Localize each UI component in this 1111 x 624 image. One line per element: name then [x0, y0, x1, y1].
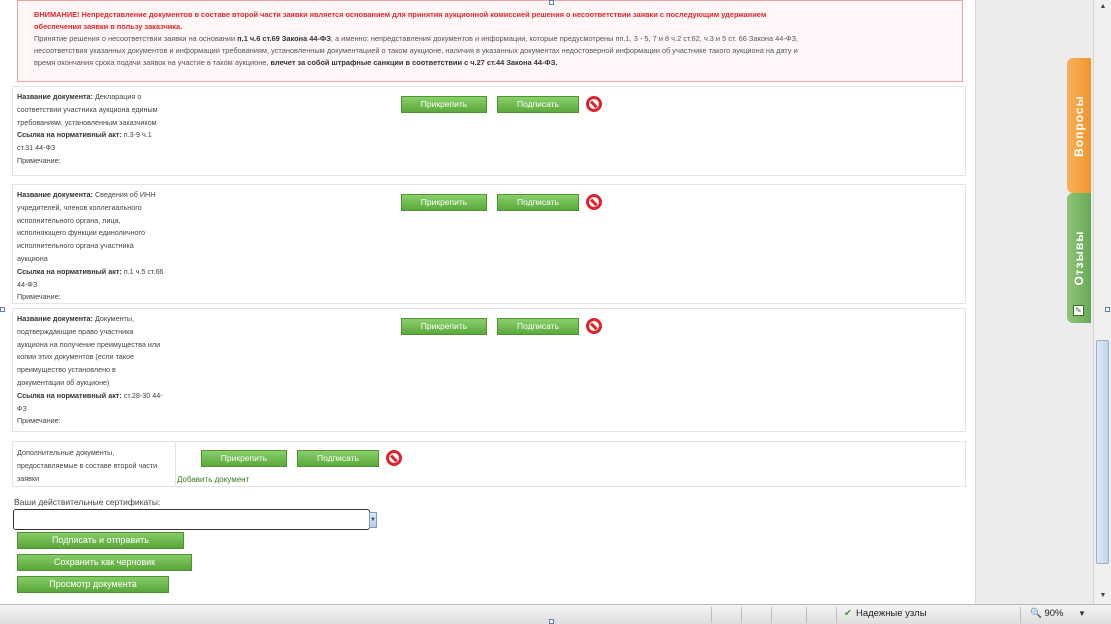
warning-line-5-a: время окончания срока подачи заявок на у…: [34, 58, 271, 67]
tab-reviews[interactable]: Отзывы: [1067, 193, 1091, 323]
warning-line-5: время окончания срока подачи заявок на у…: [34, 57, 952, 69]
sign-button-3[interactable]: Подписать: [497, 318, 579, 335]
remove-icon-1[interactable]: [586, 96, 602, 112]
document-row-2: Название документа: Сведения об ИНН учре…: [12, 184, 966, 304]
remove-icon-3[interactable]: [586, 318, 602, 334]
resize-handle-bottom[interactable]: [549, 619, 554, 624]
warning-line-2: обеспечения заявки в пользу заказчика.: [34, 22, 183, 31]
attach-button-1[interactable]: Прикрепить: [401, 96, 487, 113]
doc-name-label: Название документа:: [17, 314, 93, 323]
norm-ref-label: Ссылка на нормативный акт:: [17, 390, 122, 400]
remove-icon-2[interactable]: [586, 194, 602, 210]
document-row-3: Название документа: Документы, подтвержд…: [12, 308, 966, 432]
sign-and-send-button[interactable]: Подписать и отправить: [17, 532, 184, 549]
status-separator: [711, 607, 712, 623]
norm-ref-label: Ссылка на нормативный акт:: [17, 130, 122, 140]
certificates-select[interactable]: [13, 509, 370, 530]
vertical-scrollbar[interactable]: ▲ ▼: [1093, 0, 1111, 604]
attach-button-additional[interactable]: Прикрепить: [201, 450, 287, 467]
warning-line-3-a: Принятие решения о несоответствии заявки…: [34, 34, 238, 43]
warning-line-4: несоответствия указанных документов и ин…: [34, 46, 798, 55]
status-separator: [1020, 607, 1021, 623]
resize-handle-right[interactable]: [1105, 307, 1110, 312]
norm-ref-label: Ссылка на нормативный акт:: [17, 266, 122, 276]
column-divider: [175, 442, 176, 486]
save-draft-button[interactable]: Сохранить как черновик: [17, 554, 192, 571]
document-row-2-text: Название документа: Сведения об ИНН учре…: [17, 189, 165, 304]
page-viewport: ВНИМАНИЕ! Непредставление документов в с…: [0, 0, 1093, 604]
chevron-down-icon[interactable]: ▼: [369, 512, 377, 528]
preview-document-button[interactable]: Просмотр документа: [17, 576, 169, 593]
certificates-label: Ваши действительные сертификаты:: [14, 497, 161, 507]
status-separator: [836, 607, 837, 623]
status-separator: [741, 607, 742, 623]
sign-button-additional[interactable]: Подписать: [297, 450, 379, 467]
status-bar: ✔ Надежные узлы 🔍 90% ▼: [0, 604, 1111, 624]
doc-name-label: Название документа:: [17, 190, 93, 199]
trusted-sites-zone[interactable]: ✔ Надежные узлы: [844, 608, 927, 619]
note-label: Примечание:: [17, 155, 61, 165]
note-label: Примечание:: [17, 292, 61, 302]
scroll-thumb[interactable]: [1096, 340, 1109, 564]
additional-documents-row: Дополнительные документы, предоставляемы…: [12, 441, 966, 487]
resize-handle-left[interactable]: [0, 307, 5, 312]
remove-icon-additional[interactable]: [386, 450, 402, 466]
warning-line-1: ВНИМАНИЕ! Непредставление документов в с…: [34, 10, 767, 19]
attach-button-3[interactable]: Прикрепить: [401, 318, 487, 335]
document-row-1-text: Название документа: Декларация о соответ…: [17, 91, 165, 168]
warning-line-3-bold: п.1 ч.6 ст.69 Закона 44-ФЗ: [237, 34, 331, 43]
add-document-link[interactable]: Добавить документ: [177, 475, 249, 484]
note-label: Примечание:: [17, 416, 61, 426]
warning-line-5-bold: влечет за собой штрафные санкции в соотв…: [270, 58, 558, 67]
warning-line-3-b: , а именно: непредставления документов и…: [330, 34, 798, 43]
sign-button-2[interactable]: Подписать: [497, 194, 579, 211]
zoom-value: 90%: [1044, 608, 1064, 619]
status-separator: [771, 607, 772, 623]
warning-line-3: Принятие решения о несоответствии заявки…: [34, 33, 952, 45]
document-row-1: Название документа: Декларация о соответ…: [12, 86, 966, 176]
check-icon: ✔: [844, 608, 852, 619]
warning-box: ВНИМАНИЕ! Непредставление документов в с…: [17, 0, 963, 82]
doc-name-label: Название документа:: [17, 92, 93, 101]
tab-reviews-label: Отзывы: [1072, 230, 1086, 286]
additional-documents-text: Дополнительные документы, предоставляемы…: [17, 448, 158, 483]
scroll-up-icon[interactable]: ▲: [1095, 0, 1111, 14]
tab-questions-label: Вопросы: [1072, 94, 1086, 157]
tab-questions[interactable]: Вопросы: [1067, 58, 1091, 193]
doc-name-value: Документы, подтверждающие право участник…: [17, 314, 161, 387]
zoom-level[interactable]: 🔍 90%: [1030, 608, 1064, 619]
resize-handle-top[interactable]: [549, 0, 554, 5]
edit-icon[interactable]: ✎: [1073, 305, 1084, 316]
sign-button-1[interactable]: Подписать: [497, 96, 579, 113]
scroll-down-icon[interactable]: ▼: [1095, 589, 1111, 603]
chevron-down-icon[interactable]: ▼: [1078, 609, 1086, 618]
doc-name-value: Сведения об ИНН учредителей, членов колл…: [17, 190, 156, 263]
attach-button-2[interactable]: Прикрепить: [401, 194, 487, 211]
document-row-3-text: Название документа: Документы, подтвержд…: [17, 313, 165, 428]
magnifier-icon: 🔍: [1030, 608, 1042, 619]
status-separator: [806, 607, 807, 623]
trusted-sites-label: Надежные узлы: [855, 608, 927, 619]
